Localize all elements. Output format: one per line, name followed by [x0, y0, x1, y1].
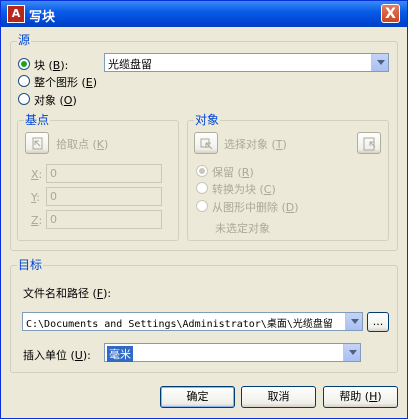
radio-block-label[interactable]: 块 (B):	[34, 57, 68, 73]
browse-button[interactable]: ...	[367, 312, 389, 332]
y-field[interactable]: 0	[46, 187, 162, 206]
write-block-dialog: A 写块 X 源 块 (B): 整个图形 (E) 对象 (O) 光缆盘留 基点 …	[0, 0, 408, 419]
z-label: Z:	[31, 214, 43, 227]
pick-point-button[interactable]	[25, 132, 49, 154]
objects-legend: 对象	[194, 113, 221, 127]
y-label: Y:	[31, 191, 40, 204]
radio-objects[interactable]	[18, 93, 30, 105]
radio-retain[interactable]	[196, 165, 208, 177]
radio-block[interactable]	[18, 58, 30, 70]
pick-point-label: 拾取点 (K)	[56, 138, 109, 151]
close-button[interactable]: X	[381, 4, 400, 23]
objects-status: 未选定对象	[215, 222, 270, 235]
block-name-select[interactable]: 光缆盘留	[104, 53, 389, 72]
units-label: 插入单位 (U):	[23, 349, 91, 362]
autocad-app-icon: A	[7, 5, 25, 23]
pick-point-icon	[32, 137, 43, 150]
radio-retain-label: 保留 (R)	[212, 166, 254, 179]
z-field[interactable]: 0	[46, 210, 162, 229]
quick-select-button[interactable]	[357, 132, 381, 154]
help-button[interactable]: 帮助 (H)	[323, 386, 398, 408]
block-name-value: 光缆盘留	[108, 58, 152, 71]
radio-whole-drawing[interactable]	[18, 75, 30, 87]
chevron-down-icon[interactable]	[343, 344, 360, 361]
radio-objects-label[interactable]: 对象 (O)	[34, 92, 77, 108]
radio-whole-drawing-label[interactable]: 整个图形 (E)	[34, 74, 97, 90]
ok-button[interactable]: 确定	[160, 386, 235, 408]
select-objects-label: 选择对象 (T)	[224, 138, 287, 151]
select-objects-button[interactable]	[194, 132, 218, 154]
path-select[interactable]: C:\Documents and Settings\Administrator\…	[22, 312, 363, 331]
radio-convert-to-block-label: 转换为块 (C)	[212, 183, 276, 196]
radio-convert-to-block[interactable]	[196, 182, 208, 194]
units-value: 毫米	[107, 346, 133, 362]
chevron-down-icon[interactable]	[371, 54, 388, 71]
path-label: 文件名和路径 (F):	[23, 287, 112, 300]
units-select[interactable]: 毫米	[104, 343, 361, 362]
path-value: C:\Documents and Settings\Administrator\…	[26, 319, 333, 330]
quick-select-icon	[363, 137, 376, 151]
radio-delete-from-drawing[interactable]	[196, 200, 208, 212]
dialog-title: 写块	[29, 10, 56, 25]
title-bar[interactable]: A 写块 X	[1, 1, 407, 27]
x-label: X:	[31, 168, 43, 181]
basepoint-legend: 基点	[24, 113, 51, 127]
select-objects-icon	[200, 138, 213, 150]
chevron-down-icon[interactable]	[345, 313, 362, 330]
target-legend: 目标	[17, 258, 44, 272]
cancel-button[interactable]: 取消	[241, 386, 316, 408]
x-field[interactable]: 0	[46, 164, 162, 183]
source-legend: 源	[17, 33, 32, 47]
radio-delete-from-drawing-label: 从图形中删除 (D)	[212, 201, 299, 214]
